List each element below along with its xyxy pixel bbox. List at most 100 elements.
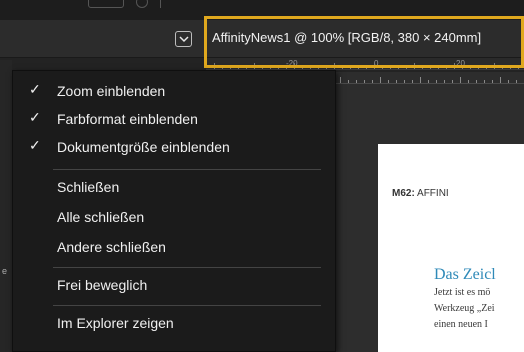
ruler-tick [470,66,471,69]
ruler-tick [262,66,263,69]
chevron-down-icon [179,36,189,43]
document-tab-title[interactable]: AffinityNews1 @ 100% [RGB/8, 380 × 240mm… [212,30,481,45]
menu-item-label: Zoom einblenden [57,83,166,99]
menu-item-show-color-format[interactable]: ✓ Farbformat einblenden [13,107,335,133]
ruler-tick [254,63,255,69]
ruler-tick [500,77,501,83]
toolbar-control[interactable] [88,0,124,8]
ruler-tick [326,66,327,69]
ruler-tick [356,80,357,83]
ruler-tick [444,80,445,83]
ruler-tick [446,66,447,69]
menu-item-close-all[interactable]: Alle schließen [13,205,335,231]
ruler-tick [518,66,519,69]
ruler-tick [230,66,231,69]
ruler-tick [436,80,437,83]
page-header-code: M62: [392,188,415,199]
ruler-tick [454,63,455,69]
ruler-tick [398,66,399,69]
ruler-tick [438,66,439,69]
ruler-tick [460,77,461,83]
menu-item-close[interactable]: Schließen [13,175,335,201]
ruler-tick [388,80,389,83]
page-text-line: Werkzeug „Zei [434,303,495,314]
ruler-tick [396,80,397,83]
menu-item-floating[interactable]: Frei beweglich [13,273,335,299]
ruler-tick [414,63,415,69]
menu-separator [53,267,321,268]
ruler-tick [502,66,503,69]
ruler-tick [334,63,335,69]
ruler-tick [452,80,453,83]
ruler-tick [302,66,303,69]
ruler-tick [484,80,485,83]
ruler-tick [340,77,341,83]
page-text-line: einen neuen I [434,319,488,330]
ruler-tick [350,66,351,69]
ruler-tick [278,66,279,69]
ruler-tick [420,77,421,83]
page-header: M62: AFFINI [392,188,449,199]
ruler-tick [494,63,495,69]
ruler-tick [294,63,295,69]
ruler-tick [318,66,319,69]
ruler-tick [516,80,517,83]
tab-context-menu: ✓ Zoom einblenden ✓ Farbformat einblende… [12,70,336,352]
horizontal-ruler[interactable]: -20 0 20 [206,58,524,70]
menu-separator [53,305,321,306]
ruler-tick [366,66,367,69]
menu-item-label: Dokumentgröße einblenden [57,139,230,155]
menu-separator [53,169,321,170]
tab-menu-button[interactable] [175,31,192,47]
menu-item-show-in-explorer[interactable]: Im Explorer zeigen [13,311,335,337]
ruler-tick [422,66,423,69]
ruler-tick [428,80,429,83]
ruler-tick [508,80,509,83]
panel-marker: e [2,266,8,276]
ruler-tick [348,80,349,83]
checkmark-icon: ✓ [29,109,41,125]
menu-item-label: Frei beweglich [57,277,148,293]
ruler-label: 20 [456,59,465,68]
ruler-tick [380,77,381,83]
toolbar-divider [160,0,172,8]
checkmark-icon: ✓ [29,137,41,153]
ruler-tick [478,66,479,69]
ruler-tick [374,63,375,69]
ruler-tick [430,66,431,69]
ruler-tick [412,80,413,83]
ruler-tick [310,66,311,69]
ruler-tick [214,63,215,69]
ruler-tick [476,80,477,83]
ruler-tick [390,66,391,69]
ruler-tick [372,80,373,83]
toolbar-round-control[interactable] [136,0,148,8]
ruler-tick [270,66,271,69]
ruler-tick [382,66,383,69]
app-window: AffinityNews1 @ 100% [RGB/8, 380 × 240mm… [0,0,524,352]
ruler-tick [222,66,223,69]
page-header-text: AFFINI [414,188,449,199]
left-panel-edge: e [0,60,12,352]
page-ruler [336,72,524,84]
menu-item-label: Andere schließen [57,239,166,255]
menu-item-label: Schließen [57,179,120,195]
ruler-tick [468,80,469,83]
checkmark-icon: ✓ [29,81,41,97]
ruler-tick [238,66,239,69]
menu-item-show-document-size[interactable]: ✓ Dokumentgröße einblenden [13,135,335,161]
menu-item-label: Im Explorer zeigen [57,315,174,331]
ruler-tick [342,66,343,69]
menu-item-label: Alle schließen [57,209,145,225]
ruler-tick [462,66,463,69]
ruler-tick [406,66,407,69]
page-text-line: Jetzt ist es mö [434,287,491,298]
ruler-label: -20 [286,59,298,68]
ruler-tick [510,66,511,69]
menu-item-show-zoom[interactable]: ✓ Zoom einblenden [13,79,335,105]
menu-item-label: Farbformat einblenden [57,111,198,127]
ruler-tick [364,80,365,83]
ruler-tick [492,80,493,83]
ruler-tick [286,66,287,69]
menu-item-close-others[interactable]: Andere schließen [13,235,335,261]
